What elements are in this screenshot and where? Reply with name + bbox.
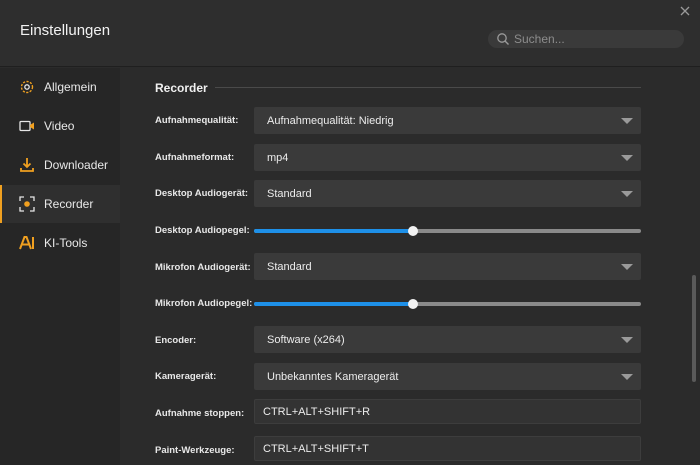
mic-audio-device-select[interactable]: Standard (254, 253, 641, 280)
chevron-down-icon (621, 337, 633, 343)
slider-thumb[interactable] (407, 226, 418, 236)
encoder-select[interactable]: Software (x264) (254, 326, 641, 353)
camera-label: Kameragerät: (155, 371, 217, 382)
mic-audio-level-slider[interactable] (254, 296, 641, 312)
slider-thumb[interactable] (407, 299, 418, 309)
chevron-down-icon (621, 264, 633, 270)
format-value: mp4 (267, 152, 289, 164)
desktop-audio-level-label: Desktop Audiopegel: (155, 225, 250, 236)
mic-audio-level-label: Mikrofon Audiopegel: (155, 298, 253, 309)
section-title: Recorder (155, 81, 208, 95)
search-icon (496, 32, 510, 46)
header-bar: Einstellungen Suchen... (0, 0, 700, 67)
sidebar-item-downloader[interactable]: Downloader (0, 146, 120, 184)
format-select[interactable]: mp4 (254, 144, 641, 171)
chevron-down-icon (621, 191, 633, 197)
scrollbar-thumb[interactable] (692, 275, 696, 382)
camera-select[interactable]: Unbekanntes Kameragerät (254, 363, 641, 390)
chevron-down-icon (621, 374, 633, 380)
slider-fill (254, 302, 413, 306)
recorder-settings-panel: Recorder Aufnahmequalität: Aufnahmequali… (120, 68, 700, 465)
sidebar-item-label: Recorder (44, 197, 94, 211)
paint-hotkey-field[interactable]: CTRL+ALT+SHIFT+T (254, 436, 641, 461)
paint-hotkey-label: Paint-Werkzeuge: (155, 445, 235, 456)
desktop-audio-device-label: Desktop Audiogerät: (155, 188, 249, 199)
search-input[interactable]: Suchen... (488, 30, 684, 48)
desktop-audio-device-value: Standard (267, 188, 312, 200)
camera-value: Unbekanntes Kameragerät (267, 371, 399, 383)
sidebar-item-allgemein[interactable]: Allgemein (0, 68, 120, 106)
sidebar-item-label: Video (44, 119, 75, 133)
window-title: Einstellungen (20, 22, 111, 39)
ai-icon (18, 234, 36, 252)
mic-audio-device-value: Standard (267, 261, 312, 273)
desktop-audio-device-select[interactable]: Standard (254, 180, 641, 207)
mic-audio-device-label: Mikrofon Audiogerät: (155, 262, 251, 273)
sidebar-item-recorder[interactable]: Recorder (0, 185, 120, 223)
section-divider (215, 87, 641, 88)
video-icon (18, 117, 36, 135)
gear-icon (18, 78, 36, 96)
search-placeholder: Suchen... (514, 32, 565, 46)
quality-select[interactable]: Aufnahmequalität: Niedrig (254, 107, 641, 134)
sidebar-item-video[interactable]: Video (0, 107, 120, 145)
desktop-audio-level-slider[interactable] (254, 223, 641, 239)
close-icon[interactable] (678, 4, 692, 18)
sidebar-item-label: Downloader (44, 158, 109, 172)
sidebar-item-ki-tools[interactable]: KI-Tools (0, 224, 120, 262)
stop-hotkey-field[interactable]: CTRL+ALT+SHIFT+R (254, 399, 641, 424)
paint-hotkey-value: CTRL+ALT+SHIFT+T (263, 443, 369, 455)
stop-hotkey-label: Aufnahme stoppen: (155, 408, 245, 419)
recorder-icon (18, 195, 36, 213)
sidebar: Allgemein Video Downloader Recorder KI-T… (0, 68, 120, 465)
chevron-down-icon (621, 155, 633, 161)
download-icon (18, 156, 36, 174)
quality-value: Aufnahmequalität: Niedrig (267, 115, 394, 127)
sidebar-item-label: Allgemein (44, 80, 97, 94)
chevron-down-icon (621, 118, 633, 124)
format-label: Aufnahmeformat: (155, 152, 235, 163)
slider-fill (254, 229, 413, 233)
stop-hotkey-value: CTRL+ALT+SHIFT+R (263, 406, 371, 418)
sidebar-item-label: KI-Tools (44, 236, 88, 250)
encoder-value: Software (x264) (267, 334, 345, 346)
quality-label: Aufnahmequalität: (155, 115, 239, 126)
encoder-label: Encoder: (155, 335, 197, 346)
